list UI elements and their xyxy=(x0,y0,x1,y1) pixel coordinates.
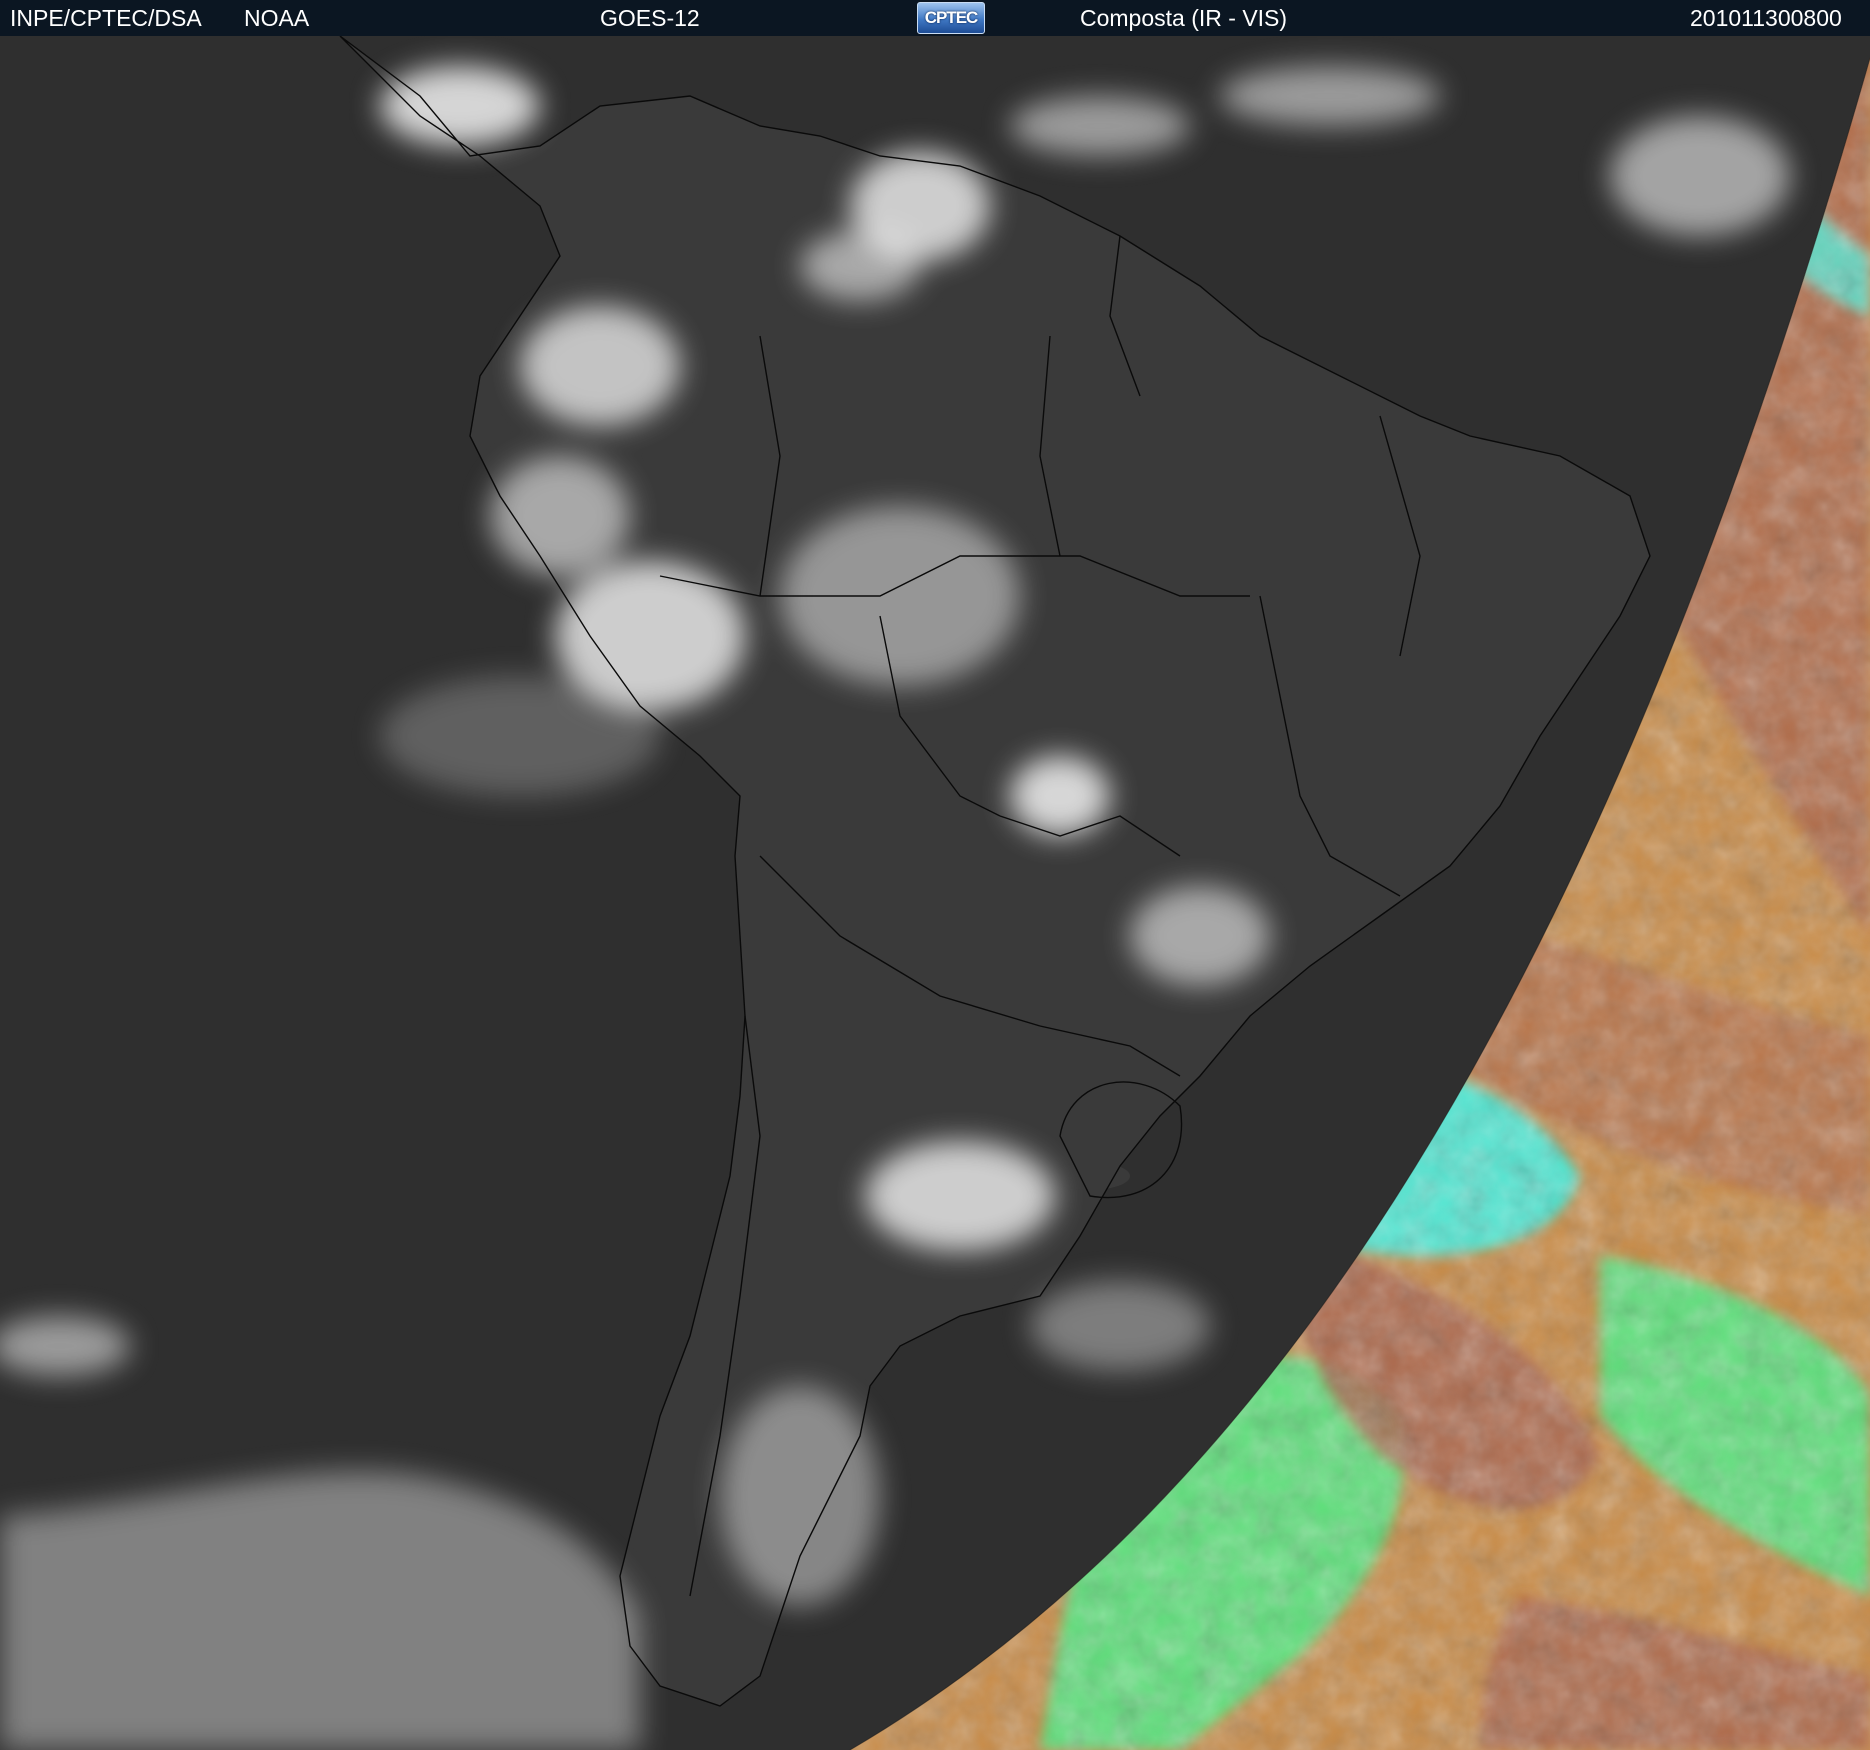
cloud-mass xyxy=(1030,1281,1210,1371)
cloud-mass xyxy=(1010,96,1190,156)
cloud-mass xyxy=(1130,886,1270,986)
timestamp-label: 201011300800 xyxy=(1690,5,1842,31)
cloud-mass xyxy=(490,456,630,576)
cloud-mass xyxy=(380,66,540,146)
satellite-label: GOES-12 xyxy=(600,5,700,31)
cloud-mass xyxy=(720,1386,880,1606)
cloud-mass xyxy=(1610,116,1790,236)
cptec-logo: CPTEC xyxy=(917,2,985,34)
falkland-area xyxy=(1050,1162,1130,1190)
cloud-mass xyxy=(865,1141,1055,1251)
cloud-mass xyxy=(520,306,680,426)
header-bar: INPE/CPTEC/DSA NOAA GOES-12 CPTEC Compos… xyxy=(0,0,1870,36)
product-label: Composta (IR - VIS) xyxy=(1080,5,1288,31)
institution-label: INPE/CPTEC/DSA xyxy=(10,5,202,31)
cloud-mass xyxy=(1220,66,1440,126)
cloud-mass xyxy=(800,231,920,301)
cloud-mass xyxy=(380,676,660,796)
agency-label: NOAA xyxy=(244,5,310,31)
composite-map-svg xyxy=(0,36,1870,1750)
satellite-image xyxy=(0,36,1870,1750)
